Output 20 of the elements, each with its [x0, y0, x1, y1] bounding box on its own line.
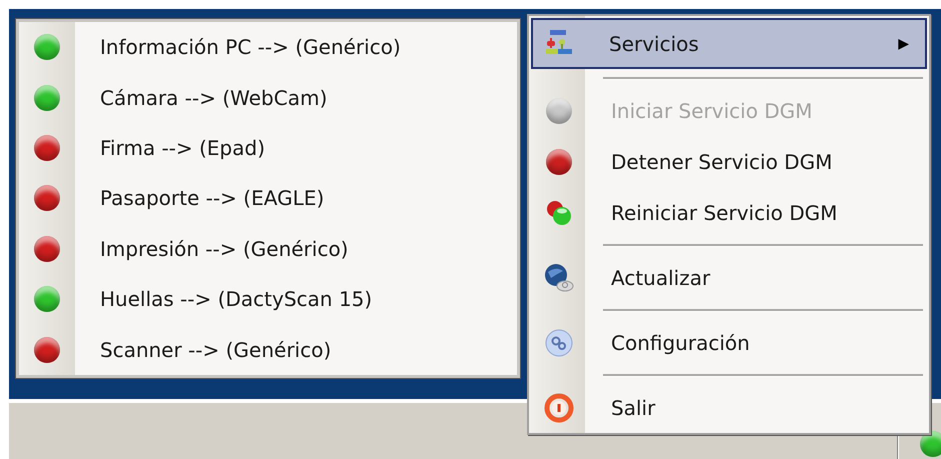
menu-item[interactable]: Firma --> (Epad): [100, 136, 266, 160]
globe-icon: [543, 262, 575, 294]
menu-item[interactable]: Impresión --> (Genérico): [100, 236, 348, 261]
menu-item[interactable]: Reiniciar Servicio DGM: [529, 187, 929, 238]
menu-item[interactable]: Huellas --> (DactyScan 15): [100, 287, 372, 312]
menu-item[interactable]: Configuración: [529, 317, 929, 368]
ball-icon: [546, 148, 572, 174]
menu-item[interactable]: Actualizar: [529, 252, 929, 303]
menu-item[interactable]: Cámara --> (WebCam): [100, 86, 328, 110]
menu-item[interactable]: Servicios ▶: [531, 18, 927, 69]
balls-icon: [545, 198, 573, 226]
menu-item[interactable]: Scanner --> (Genérico): [100, 338, 332, 362]
menu-item[interactable]: Salir: [529, 382, 929, 433]
ball-icon: [546, 98, 572, 124]
menu-item[interactable]: Información PC --> (Genérico): [100, 35, 401, 60]
submenu-arrow: ▶: [898, 36, 909, 52]
power-icon: [544, 392, 574, 422]
gears-icon: [544, 328, 574, 358]
menu-item[interactable]: Detener Servicio DGM: [529, 136, 929, 187]
menu-item[interactable]: Pasaporte --> (EAGLE): [100, 186, 324, 210]
